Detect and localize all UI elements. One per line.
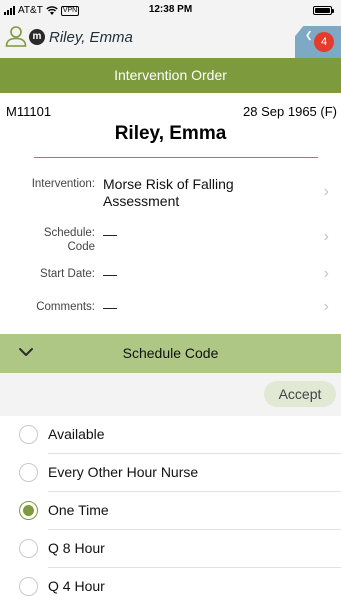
radio-button-selected-icon[interactable] <box>19 501 38 520</box>
start-date-row[interactable]: Start Date: — › <box>0 265 341 285</box>
chevron-right-icon: › <box>323 298 329 315</box>
option-label: One Time <box>48 502 109 518</box>
option-available[interactable]: Available <box>0 416 341 454</box>
header-patient-name: Riley, Emma <box>49 29 133 46</box>
page-title: Intervention Order <box>0 58 341 93</box>
intervention-row[interactable]: Intervention: Morse Risk of Falling Asse… <box>0 174 341 214</box>
schedule-code-label: Schedule: Code <box>44 226 95 254</box>
notification-count-badge: 4 <box>314 32 334 52</box>
accept-button[interactable]: Accept <box>264 381 336 407</box>
start-date-value: — <box>103 266 117 282</box>
battery-icon <box>313 6 334 15</box>
schedule-code-section-header[interactable]: Schedule Code <box>0 334 341 373</box>
option-every-other-hour-nurse[interactable]: Every Other Hour Nurse <box>0 454 341 492</box>
radio-button-icon[interactable] <box>19 425 38 444</box>
patient-header: m Riley, Emma ❮ 4 <box>0 20 341 60</box>
intervention-value: Morse Risk of Falling Assessment <box>103 176 234 209</box>
status-time: 12:38 PM <box>148 4 193 15</box>
schedule-code-value: — <box>103 226 117 242</box>
radio-button-icon[interactable] <box>19 577 38 596</box>
status-bar: AT&T VPN 12:38 PM <box>0 0 341 20</box>
radio-button-icon[interactable] <box>19 539 38 558</box>
chevron-right-icon: › <box>323 228 329 245</box>
start-date-label: Start Date: <box>40 268 95 280</box>
schedule-code-label-line2: Code <box>67 241 96 253</box>
chevron-left-icon: ❮ <box>305 30 313 40</box>
patient-status-badge: m <box>29 29 45 45</box>
radio-button-icon[interactable] <box>19 463 38 482</box>
chevron-right-icon: › <box>323 183 329 200</box>
schedule-code-title: Schedule Code <box>122 345 219 361</box>
comments-label: Comments: <box>36 301 95 313</box>
person-icon[interactable] <box>5 25 27 47</box>
schedule-code-label-line1: Schedule: <box>43 227 95 239</box>
intervention-label: Intervention: <box>31 178 95 190</box>
option-label: Available <box>48 426 105 442</box>
chevron-right-icon: › <box>323 265 329 282</box>
schedule-code-row[interactable]: Schedule: Code — › <box>0 224 341 258</box>
option-label: Q 4 Hour <box>48 578 105 594</box>
comments-row[interactable]: Comments: — › <box>0 298 341 318</box>
divider <box>34 157 318 158</box>
notifications-tab[interactable]: ❮ 4 <box>295 26 341 60</box>
patient-dob-sex: 28 Sep 1965 (F) <box>243 104 337 119</box>
patient-name: Riley, Emma <box>114 123 227 144</box>
option-q4-hour[interactable]: Q 4 Hour <box>0 568 341 605</box>
option-label: Every Other Hour Nurse <box>48 464 199 480</box>
patient-mrn: M11101 <box>6 104 52 119</box>
option-q8-hour[interactable]: Q 8 Hour <box>0 530 341 568</box>
accept-toolbar: Accept <box>0 373 341 416</box>
comments-value: — <box>103 299 117 315</box>
option-label: Q 8 Hour <box>48 540 105 556</box>
option-one-time[interactable]: One Time <box>0 492 341 530</box>
